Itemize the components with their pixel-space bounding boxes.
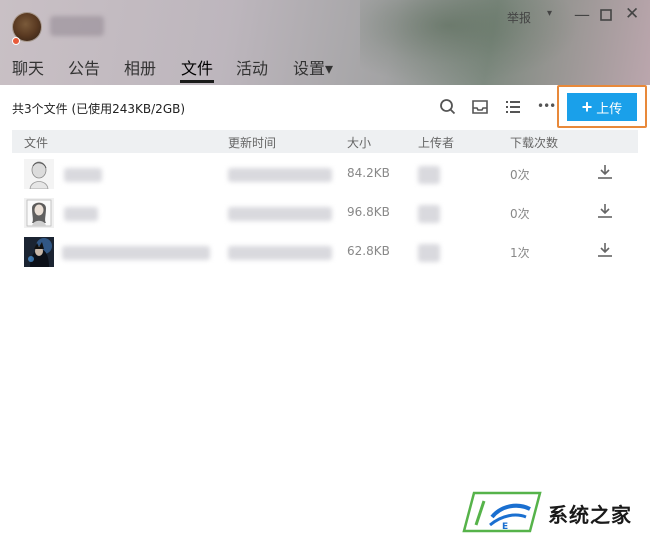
group-name-blurred [50, 16, 104, 36]
column-uploader[interactable]: 上传者 [418, 134, 454, 151]
file-table-header: 文件 更新时间 大小 上传者 下载次数 [12, 130, 638, 153]
menu-dropdown-icon[interactable]: ▾ [547, 8, 552, 19]
file-name-blurred [62, 246, 210, 260]
inbox-icon[interactable] [470, 97, 490, 117]
upload-button[interactable]: + 上传 [567, 93, 637, 121]
update-time-blurred [228, 168, 332, 182]
update-time-blurred [228, 207, 332, 221]
uploader-blurred [418, 166, 440, 184]
minimize-button[interactable]: — [574, 5, 590, 24]
update-time-blurred [228, 246, 332, 260]
file-toolbar: 共3个文件 (已使用243KB/2GB) ••• [0, 85, 650, 129]
plus-icon: + [581, 97, 593, 117]
uploader-blurred [418, 205, 440, 223]
file-name-blurred [64, 168, 102, 182]
file-row[interactable]: 84.2KB 0次 [12, 155, 638, 193]
watermark-text: 系统之家 [548, 503, 632, 527]
search-icon[interactable] [438, 97, 458, 117]
watermark: E 系统之家 [458, 487, 650, 540]
list-view-icon[interactable] [503, 97, 523, 117]
tab-bar: 聊天 公告 相册 文件 活动 设置▾ [0, 50, 650, 85]
download-icon[interactable] [597, 241, 613, 259]
uploader-blurred [418, 244, 440, 262]
tab-files[interactable]: 文件 [181, 55, 213, 79]
close-button[interactable]: ✕ [625, 4, 639, 24]
column-size[interactable]: 大小 [347, 134, 371, 151]
download-icon[interactable] [597, 202, 613, 220]
upload-button-label: 上传 [596, 100, 623, 116]
report-link[interactable]: 举报 [507, 9, 531, 26]
more-options-icon[interactable]: ••• [537, 99, 557, 119]
download-count: 1次 [510, 246, 530, 260]
maximize-icon [600, 9, 612, 21]
file-row[interactable]: 96.8KB 0次 [12, 194, 638, 232]
file-thumbnail [24, 159, 54, 190]
tab-activity[interactable]: 活动 [236, 55, 268, 79]
active-tab-indicator [180, 80, 214, 83]
file-thumbnail [24, 198, 54, 228]
file-name-blurred [64, 207, 98, 221]
column-file[interactable]: 文件 [24, 134, 48, 151]
tab-chat[interactable]: 聊天 [12, 55, 44, 79]
file-row[interactable]: 62.8KB 1次 [12, 233, 638, 271]
avatar-status-dot [12, 37, 20, 45]
tab-announcement[interactable]: 公告 [68, 55, 100, 79]
column-downloads[interactable]: 下载次数 [510, 134, 558, 151]
window-header: 举报 ▾ — ✕ 聊天 公告 相册 文件 活动 设置▾ [0, 0, 650, 85]
download-count: 0次 [510, 168, 530, 182]
tab-settings[interactable]: 设置▾ [293, 55, 333, 79]
svg-text:E: E [502, 522, 508, 532]
file-size: 96.8KB [347, 205, 390, 219]
file-size: 84.2KB [347, 166, 390, 180]
watermark-logo-icon: E [462, 491, 542, 535]
download-icon[interactable] [597, 163, 613, 181]
column-updated[interactable]: 更新时间 [228, 134, 276, 151]
file-thumbnail [24, 237, 54, 267]
maximize-button[interactable] [600, 4, 612, 25]
file-summary: 共3个文件 (已使用243KB/2GB) [12, 102, 186, 116]
download-count: 0次 [510, 207, 530, 221]
tab-album[interactable]: 相册 [124, 55, 156, 79]
file-size: 62.8KB [347, 244, 390, 258]
